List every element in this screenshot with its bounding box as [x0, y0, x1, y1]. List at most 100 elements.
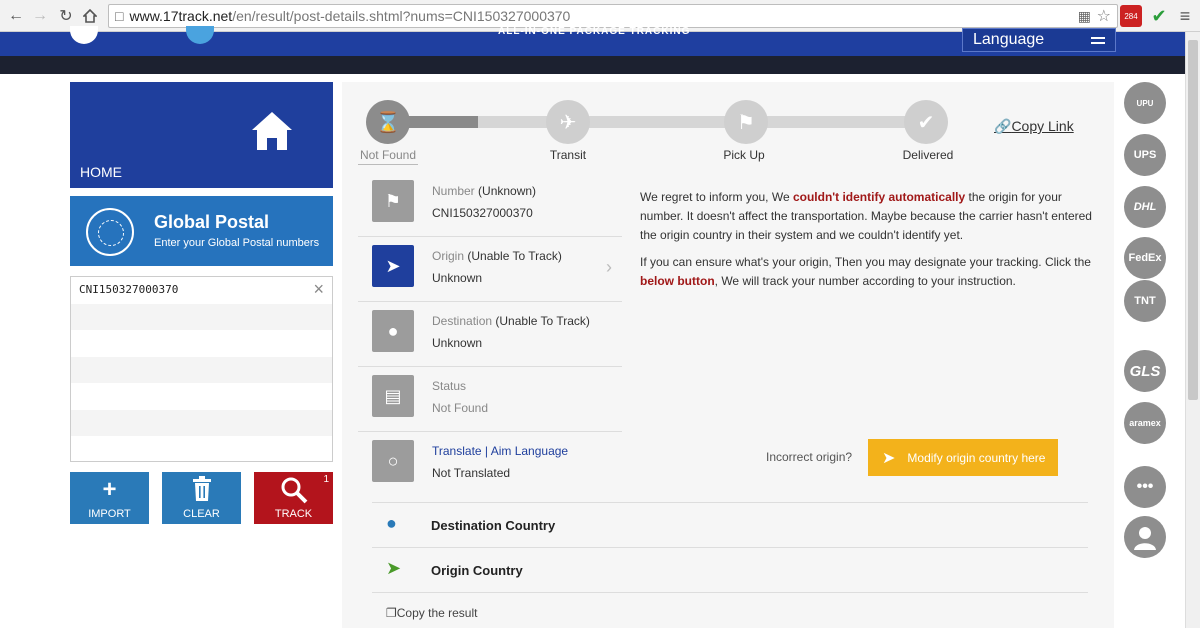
carrier-fedex-icon[interactable]: FedEx — [1124, 237, 1166, 279]
tracking-numbers-input[interactable]: CNI150327000370 × — [70, 276, 333, 462]
carrier-upu-icon[interactable]: UPU — [1124, 82, 1166, 124]
info-title: Destination — [432, 314, 493, 328]
info-title: Status — [432, 379, 467, 393]
tracking-number-entry[interactable]: CNI150327000370 — [79, 283, 178, 296]
copy-icon: ❐ — [386, 606, 397, 620]
shield-icon[interactable]: ✔ — [1148, 5, 1170, 27]
copy-link-label: Copy Link — [1011, 118, 1074, 134]
copy-result-label: Copy the result — [396, 606, 478, 620]
carrier-name: Global Postal — [154, 212, 270, 232]
message-paragraph-2: If you can ensure what's your origin, Th… — [640, 253, 1100, 291]
carrier-label: GLS — [1129, 362, 1161, 380]
site-header: ALL-IN-ONE PACKAGE TRACKING Language — [0, 26, 1200, 56]
trash-icon — [162, 476, 241, 509]
info-title: Number — [432, 184, 475, 198]
reload-icon[interactable]: ↻ — [56, 6, 76, 26]
language-button[interactable]: Language — [962, 28, 1116, 52]
paper-plane-icon: ➤ — [386, 558, 402, 578]
origin-message: We regret to inform you, We couldn't ide… — [640, 188, 1100, 299]
carrier-ups-icon[interactable]: UPS — [1124, 134, 1166, 176]
origin-plane-icon: ➤ — [372, 245, 414, 287]
wallet-icon: ▤ — [372, 375, 414, 417]
carrier-tnt-icon[interactable]: TNT — [1124, 280, 1166, 322]
info-qualifier: (Unable To Track) — [495, 314, 590, 328]
paper-plane-icon: ➤ — [882, 449, 896, 467]
carrier-tile[interactable]: Global Postal Enter your Global Postal n… — [70, 196, 333, 266]
info-row-number: ⚑ Number (Unknown) CNI150327000370 — [358, 172, 622, 237]
info-row-status: ▤ Status Not Found — [358, 367, 622, 432]
menu-icon[interactable]: ≡ — [1174, 5, 1196, 27]
address-bar[interactable]: □ www.17track.net/en/result/post-details… — [108, 4, 1118, 28]
back-icon[interactable]: ← — [6, 6, 26, 26]
step-pickup-icon: ⚑ — [724, 100, 768, 144]
track-button[interactable]: 1 TRACK — [254, 472, 333, 524]
carrier-label: UPU — [1136, 98, 1154, 108]
location-pin-icon: ● — [386, 513, 397, 533]
info-qualifier: (Unable To Track) — [467, 249, 562, 263]
more-carriers-icon[interactable]: ••• — [1124, 466, 1166, 508]
carrier-label: FedEx — [1128, 252, 1162, 264]
carrier-aramex-icon[interactable]: aramex — [1124, 402, 1166, 444]
clear-input-icon[interactable]: × — [313, 279, 324, 300]
info-qualifier: (Unknown) — [478, 184, 537, 198]
scrollbar[interactable] — [1185, 32, 1200, 628]
copy-result-link[interactable]: ❐Copy the result — [386, 606, 477, 620]
header-band — [0, 56, 1185, 74]
info-list: ⚑ Number (Unknown) CNI150327000370 ➤ Ori… — [358, 172, 622, 497]
translate-link[interactable]: Translate | Aim Language — [432, 444, 568, 458]
message-emphasis: couldn't identify automatically — [792, 190, 966, 204]
forward-icon[interactable]: → — [30, 6, 50, 26]
modify-origin-label: Modify origin country here — [907, 450, 1046, 465]
origin-country-row[interactable]: ➤ Origin Country — [372, 547, 1088, 591]
upu-logo-icon — [86, 208, 134, 256]
search-icon — [254, 476, 333, 511]
scroll-thumb[interactable] — [1188, 40, 1198, 400]
carrier-dhl-icon[interactable]: DHL — [1124, 186, 1166, 228]
info-value: CNI150327000370 — [432, 206, 533, 220]
info-row-destination: ● Destination (Unable To Track) Unknown — [358, 302, 622, 367]
message-paragraph-1: We regret to inform you, We couldn't ide… — [640, 188, 1100, 245]
info-row-origin[interactable]: ➤ Origin (Unable To Track) Unknown › — [358, 237, 622, 302]
track-count-badge: 1 — [323, 474, 329, 485]
import-button[interactable]: + IMPORT — [70, 472, 149, 524]
carrier-gls-icon[interactable]: GLS — [1124, 350, 1166, 392]
destination-country-row[interactable]: ● Destination Country — [372, 502, 1088, 546]
hamburger-icon — [1091, 37, 1105, 47]
link-icon: 🔗 — [994, 118, 1012, 134]
language-label: Language — [973, 31, 1045, 48]
translate-icon[interactable]: ▦ — [1078, 8, 1091, 25]
url-path: /en/result/post-details.shtml?nums=CNI15… — [232, 8, 571, 24]
info-row-translate[interactable]: ○ Translate | Aim Language Not Translate… — [358, 432, 622, 497]
origin-country-label: Origin Country — [431, 563, 523, 578]
clear-label: CLEAR — [183, 508, 220, 520]
page-info-icon[interactable]: □ — [115, 8, 123, 24]
carrier-label: ••• — [1136, 478, 1154, 495]
logo-icon[interactable] — [70, 26, 98, 44]
tag-icon: ⚑ — [372, 180, 414, 222]
user-avatar-icon[interactable] — [1124, 516, 1166, 558]
plus-icon: + — [102, 476, 117, 503]
step-transit-icon: ✈ — [546, 100, 590, 144]
extension-icon[interactable]: 284 — [1120, 5, 1142, 27]
divider — [372, 592, 1088, 593]
home-label: HOME — [80, 164, 122, 180]
modify-origin-button[interactable]: ➤ Modify origin country here — [868, 439, 1058, 476]
copy-link[interactable]: 🔗Copy Link — [994, 118, 1074, 135]
info-value: Unknown — [432, 336, 483, 350]
chevron-right-icon: › — [606, 257, 612, 277]
bookmark-star-icon[interactable]: ☆ — [1097, 6, 1111, 26]
home-browser-icon[interactable] — [80, 6, 100, 26]
info-value: Not Found — [432, 401, 489, 415]
home-icon — [252, 112, 292, 150]
carrier-label: DHL — [1133, 201, 1157, 213]
message-text: If you can ensure what's your origin, Th… — [640, 255, 1091, 269]
step-label-pickup: Pick Up — [723, 148, 765, 162]
track-label: TRACK — [274, 508, 313, 520]
extension-badge: 284 — [1124, 11, 1138, 21]
speech-bubble-icon: ○ — [372, 440, 414, 482]
home-tile[interactable]: HOME — [70, 82, 333, 188]
twitter-icon[interactable] — [186, 26, 214, 44]
carrier-subtitle: Enter your Global Postal numbers — [154, 237, 320, 249]
carrier-label: UPS — [1133, 149, 1157, 161]
clear-button[interactable]: CLEAR — [162, 472, 241, 524]
